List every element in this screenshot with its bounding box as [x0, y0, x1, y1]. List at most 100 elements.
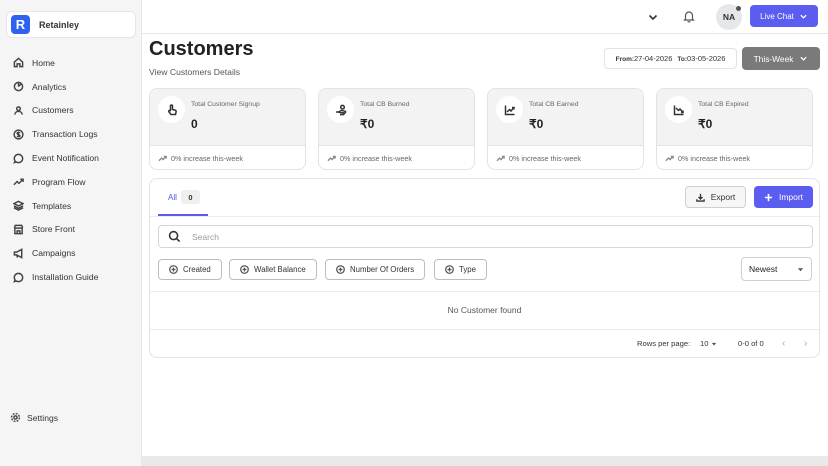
- rows-per-page-value: 10: [700, 339, 709, 348]
- sidebar-item-label: Analytics: [32, 81, 67, 92]
- divider: [150, 291, 819, 292]
- trend-up-icon: [158, 155, 167, 161]
- period-label: This-Week: [753, 53, 794, 64]
- trend-up-icon: [665, 155, 674, 161]
- search-input[interactable]: [192, 231, 792, 242]
- sidebar-item-label: Templates: [32, 200, 72, 211]
- sidebar-item-event-notification[interactable]: Event Notification: [0, 146, 142, 170]
- sidebar-item-label: Program Flow: [32, 176, 86, 187]
- sidebar-item-label: Transaction Logs: [32, 129, 98, 140]
- filter-label: Number Of Orders: [350, 265, 415, 274]
- sidebar-item-home[interactable]: Home: [0, 51, 142, 75]
- date-to: To:03-05-2026: [677, 54, 726, 63]
- bell-icon[interactable]: [682, 9, 696, 23]
- sort-select[interactable]: Newest: [741, 257, 812, 281]
- analytics-icon: [12, 81, 24, 93]
- gear-icon: [10, 412, 22, 424]
- stat-value: ₹0: [529, 117, 544, 131]
- sidebar-item-store-front[interactable]: Store Front: [0, 218, 142, 242]
- date-from: From:27-04-2026: [615, 54, 673, 63]
- live-chat-button[interactable]: Live Chat: [750, 5, 818, 27]
- export-label: Export: [710, 192, 736, 202]
- search-field[interactable]: [158, 225, 813, 248]
- plus-circle-icon: [169, 265, 178, 274]
- sidebar-item-templates[interactable]: Templates: [0, 194, 142, 218]
- chevron-right-icon[interactable]: ›: [804, 339, 807, 349]
- filter-created[interactable]: Created: [158, 259, 222, 280]
- plus-circle-icon: [445, 265, 454, 274]
- rows-per-page-label: Rows per page:: [637, 339, 691, 348]
- plus-circle-icon: [240, 265, 249, 274]
- chevron-down-icon[interactable]: [646, 10, 660, 24]
- empty-state-message: No Customer found: [447, 305, 522, 315]
- filter-label: Type: [459, 265, 476, 274]
- divider: [150, 216, 819, 217]
- home-icon: [12, 57, 24, 69]
- tab-all[interactable]: All: [168, 193, 177, 202]
- stat-footer: 0% increase this-week: [678, 153, 750, 163]
- filter-wallet-balance[interactable]: Wallet Balance: [229, 259, 317, 280]
- caret-down-icon: [712, 342, 717, 345]
- sidebar-item-label: Store Front: [32, 224, 75, 235]
- trend-icon: [12, 176, 24, 188]
- rows-per-page-select[interactable]: 10: [700, 339, 717, 348]
- chat-bubble-icon: [12, 271, 24, 283]
- sort-value: Newest: [749, 264, 778, 274]
- stat-card-customer-signup: Total Customer Signup 0 0% increase this…: [149, 88, 306, 170]
- sidebar-item-installation-guide[interactable]: Installation Guide: [0, 265, 142, 289]
- sidebar-item-label: Installation Guide: [32, 272, 99, 283]
- hand-coin-icon: [327, 96, 354, 123]
- export-button[interactable]: Export: [685, 186, 746, 208]
- caret-down-icon: [797, 267, 804, 271]
- dollar-circle-icon: [12, 128, 24, 140]
- chevron-down-icon: [800, 56, 808, 61]
- stat-value: ₹0: [698, 117, 713, 131]
- date-range-picker[interactable]: From:27-04-2026 To:03-05-2026: [604, 48, 737, 69]
- sidebar-item-analytics[interactable]: Analytics: [0, 75, 142, 99]
- stat-title: Total CB Earned: [529, 101, 579, 108]
- chevron-left-icon[interactable]: ‹: [782, 339, 785, 349]
- period-select[interactable]: This-Week: [742, 47, 820, 70]
- pagination-range: 0-0 of 0: [738, 339, 764, 348]
- customers-table-panel: All 0 Export Import Created Wallet Balan…: [149, 178, 820, 358]
- sidebar-item-customers[interactable]: Customers: [0, 99, 142, 123]
- stat-value: 0: [191, 117, 198, 131]
- sidebar-item-program-flow[interactable]: Program Flow: [0, 170, 142, 194]
- filter-label: Created: [183, 265, 211, 274]
- chat-bubble-icon: [12, 152, 24, 164]
- sidebar-item-label: Home: [32, 57, 55, 68]
- stat-title: Total CB Expired: [698, 101, 749, 108]
- chart-down-icon: [665, 96, 692, 123]
- brand-logo: R: [11, 15, 30, 34]
- live-chat-label: Live Chat: [760, 11, 794, 21]
- store-icon: [12, 223, 24, 235]
- brand-switcher[interactable]: R Retainley: [6, 11, 136, 38]
- divider: [150, 329, 819, 330]
- stat-title: Total CB Burned: [360, 101, 410, 108]
- filter-number-of-orders[interactable]: Number Of Orders: [325, 259, 426, 280]
- import-button[interactable]: Import: [754, 186, 813, 208]
- sidebar-item-campaigns[interactable]: Campaigns: [0, 241, 142, 265]
- sidebar-item-transaction-logs[interactable]: Transaction Logs: [0, 122, 142, 146]
- import-label: Import: [778, 192, 804, 202]
- horizontal-scrollbar[interactable]: [142, 456, 828, 466]
- plus-circle-icon: [336, 265, 345, 274]
- filter-type[interactable]: Type: [434, 259, 487, 280]
- megaphone-icon: [12, 247, 24, 259]
- download-icon: [695, 193, 705, 202]
- search-icon: [168, 230, 181, 243]
- customers-icon: [12, 104, 24, 116]
- stat-footer: 0% increase this-week: [340, 153, 412, 163]
- filter-label: Wallet Balance: [254, 265, 306, 274]
- chevron-down-icon: [800, 14, 807, 19]
- sidebar-item-label: Customers: [32, 105, 74, 116]
- brand-name: Retainley: [39, 19, 80, 30]
- stat-card-cb-burned: Total CB Burned ₹0 0% increase this-week: [318, 88, 475, 170]
- status-dot: [736, 6, 741, 11]
- plus-icon: [764, 193, 773, 201]
- sidebar-item-label: Settings: [27, 413, 59, 423]
- sidebar: R Retainley Home Analytics Customers Tra…: [0, 0, 142, 466]
- tab-count-badge: 0: [181, 190, 200, 204]
- sidebar-item-settings[interactable]: Settings: [10, 412, 58, 424]
- stat-card-cb-expired: Total CB Expired ₹0 0% increase this-wee…: [656, 88, 813, 170]
